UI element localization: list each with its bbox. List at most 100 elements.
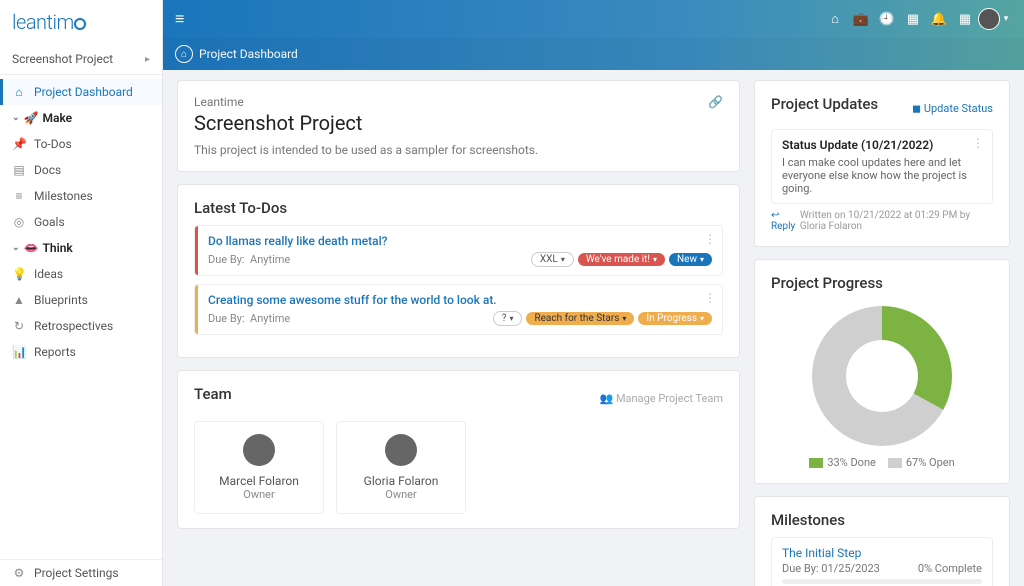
pin-icon: 📌 [12, 137, 26, 151]
nav-docs[interactable]: ▤Docs [0, 157, 162, 183]
milestone-complete: 0% Complete [918, 562, 982, 575]
link-icon[interactable]: 🔗 [708, 95, 723, 109]
status-update-item: ⋮ Status Update (10/21/2022) I can make … [771, 129, 993, 204]
kebab-icon[interactable]: ⋮ [972, 136, 984, 150]
member-name: Marcel Folaron [207, 474, 311, 488]
latest-todos-title: Latest To-Dos [194, 199, 723, 217]
milestone-title: The Initial Step [782, 546, 982, 560]
home-icon[interactable]: ⌂ [822, 11, 848, 27]
nav-ideas[interactable]: 💡Ideas [0, 261, 162, 287]
update-status-button[interactable]: ◼ Update Status [912, 102, 993, 115]
todo-chip[interactable]: In Progress ▾ [638, 312, 712, 325]
brain-icon: 👄 [24, 241, 39, 255]
team-title: Team [194, 385, 232, 403]
chevron-down-icon: ▾ [622, 314, 626, 323]
update-body: I can make cool updates here and let eve… [782, 156, 982, 195]
todo-chip[interactable]: ? ▾ [493, 311, 523, 326]
updates-title: Project Updates [771, 95, 878, 113]
nav-reports[interactable]: 📊Reports [0, 339, 162, 365]
progress-title: Project Progress [771, 274, 993, 292]
project-description: This project is intended to be used as a… [194, 143, 723, 157]
calendar-icon[interactable]: ▦ [900, 12, 926, 27]
todo-title: Do llamas really like death metal? [208, 234, 712, 248]
nav-blueprints[interactable]: ▲Blueprints [0, 287, 162, 313]
update-title: Status Update (10/21/2022) [782, 138, 982, 152]
milestone-progress-bar [782, 579, 982, 584]
caret-right-icon: ▸ [145, 54, 150, 65]
refresh-icon: ↻ [12, 319, 26, 333]
main-area: ≡ ⌂ 💼 🕘 ▦ 🔔 ▦ ▾ ⌂ Project Dashboard 🔗 Le… [163, 0, 1024, 586]
main-nav: ⌂Project Dashboard ⌄🚀Make 📌To-Dos ▤Docs … [0, 75, 162, 559]
chevron-down-icon: ⌄ [12, 113, 20, 123]
nav-project-dashboard[interactable]: ⌂Project Dashboard [0, 79, 162, 105]
kebab-icon[interactable]: ⋮ [704, 232, 716, 246]
breadcrumb-label: Project Dashboard [199, 47, 298, 61]
avatar [385, 434, 417, 466]
project-header-card: 🔗 Leantime Screenshot Project This proje… [177, 80, 740, 172]
nav-milestones[interactable]: ≡Milestones [0, 183, 162, 209]
todo-item[interactable]: ⋮ Creating some awesome stuff for the wo… [194, 284, 723, 335]
apps-icon[interactable]: ▦ [952, 12, 978, 27]
milestone-item[interactable]: The Initial Step Due By: 01/25/2023 0% C… [771, 537, 993, 586]
legend-open: 67% Open [888, 456, 955, 469]
company-name: Leantime [194, 95, 723, 109]
member-role: Owner [207, 488, 311, 501]
todo-chip[interactable]: New ▾ [669, 253, 712, 266]
nav-project-settings[interactable]: ⚙Project Settings [0, 560, 162, 586]
nav-group-make[interactable]: ⌄🚀Make [0, 105, 162, 131]
home-icon: ⌂ [12, 85, 26, 99]
chart-icon: 📊 [12, 345, 26, 359]
blueprint-icon: ▲ [12, 293, 26, 307]
project-selector-label: Screenshot Project [12, 52, 113, 66]
todo-due: Due By: Anytime [208, 312, 290, 325]
bars-icon: ≡ [12, 189, 26, 203]
user-avatar[interactable] [978, 8, 1000, 30]
brand-logo: leantim [0, 0, 162, 44]
todo-item[interactable]: ⋮ Do llamas really like death metal? Due… [194, 225, 723, 276]
team-member-card[interactable]: Gloria Folaron Owner [336, 421, 466, 514]
member-name: Gloria Folaron [349, 474, 453, 488]
target-icon: ◎ [12, 215, 26, 229]
kebab-icon[interactable]: ⋮ [704, 291, 716, 305]
hamburger-icon[interactable]: ≡ [175, 9, 184, 29]
briefcase-icon[interactable]: 💼 [848, 12, 874, 27]
progress-donut-chart [812, 306, 952, 446]
sidebar: leantim Screenshot Project ▸ ⌂Project Da… [0, 0, 163, 586]
milestones-card: Milestones The Initial Step Due By: 01/2… [754, 496, 1010, 586]
todo-due: Due By: Anytime [208, 253, 290, 266]
nav-retrospectives[interactable]: ↻Retrospectives [0, 313, 162, 339]
nav-goals[interactable]: ◎Goals [0, 209, 162, 235]
team-card: Team 👥 Manage Project Team Marcel Folaro… [177, 370, 740, 529]
nav-todos[interactable]: 📌To-Dos [0, 131, 162, 157]
home-icon: ⌂ [175, 45, 193, 63]
avatar [243, 434, 275, 466]
bulb-icon: 💡 [12, 267, 26, 281]
nav-group-think[interactable]: ⌄👄Think [0, 235, 162, 261]
bell-icon[interactable]: 🔔 [926, 12, 952, 27]
breadcrumb: ⌂ Project Dashboard [163, 38, 1024, 70]
chevron-down-icon[interactable]: ▾ [1000, 14, 1012, 24]
chevron-down-icon: ▾ [561, 255, 565, 264]
project-title: Screenshot Project [194, 111, 723, 135]
todo-chip[interactable]: XXL ▾ [531, 252, 574, 267]
clock-icon [74, 18, 86, 30]
member-role: Owner [349, 488, 453, 501]
project-progress-card: Project Progress 33% Done 67% Open [754, 259, 1010, 484]
gear-icon: ⚙ [12, 566, 26, 580]
milestone-due: Due By: 01/25/2023 [782, 562, 880, 575]
manage-team-link[interactable]: 👥 Manage Project Team [600, 392, 723, 405]
todo-chip[interactable]: Reach for the Stars ▾ [526, 312, 634, 325]
topbar: ≡ ⌂ 💼 🕘 ▦ 🔔 ▦ ▾ [163, 0, 1024, 38]
reply-link[interactable]: ↩ Reply [771, 210, 800, 232]
chevron-down-icon: ▾ [653, 255, 657, 264]
chevron-down-icon: ▾ [700, 314, 704, 323]
clock-icon[interactable]: 🕘 [874, 12, 900, 27]
file-icon: ▤ [12, 163, 26, 177]
todo-chip[interactable]: We've made it! ▾ [578, 253, 665, 266]
chevron-down-icon: ⌄ [12, 243, 20, 253]
team-member-card[interactable]: Marcel Folaron Owner [194, 421, 324, 514]
legend-done: 33% Done [809, 456, 876, 469]
project-updates-card: Project Updates ◼ Update Status ⋮ Status… [754, 80, 1010, 247]
project-selector[interactable]: Screenshot Project ▸ [0, 44, 162, 75]
update-meta: Written on 10/21/2022 at 01:29 PM by Glo… [800, 210, 993, 232]
